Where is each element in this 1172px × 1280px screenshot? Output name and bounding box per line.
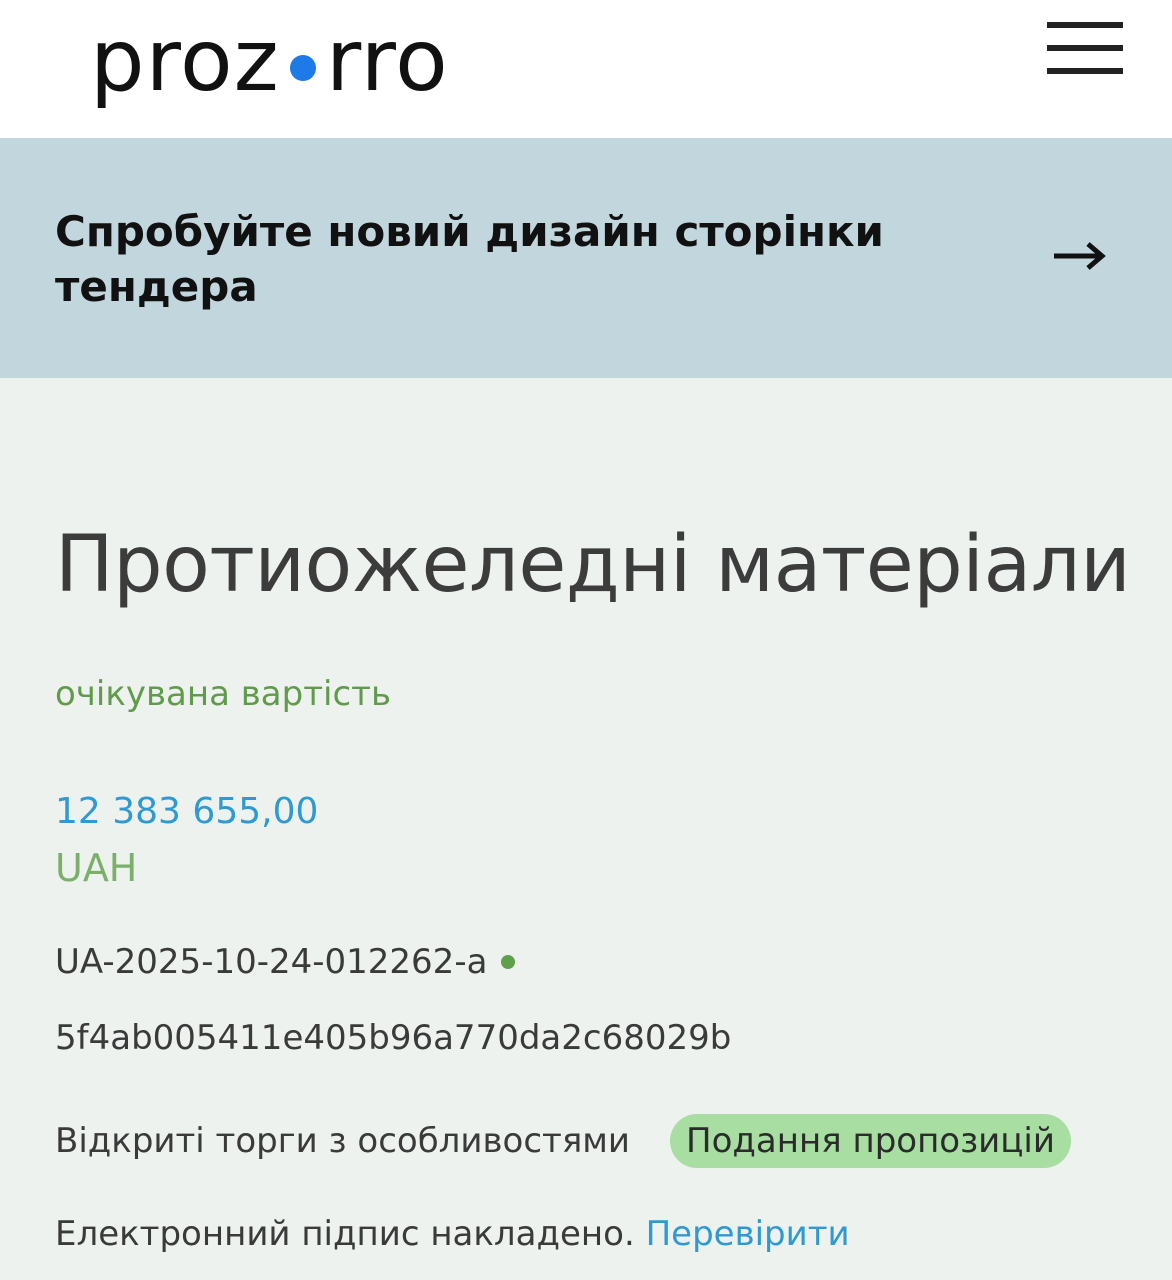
menu-bar bbox=[1047, 68, 1123, 74]
menu-bar bbox=[1047, 45, 1123, 51]
logo-dot-icon bbox=[289, 55, 316, 81]
procedure-row: Відкриті торги з особливостями Подання п… bbox=[55, 1114, 1071, 1168]
expected-value-label: очікувана вартість bbox=[55, 674, 391, 714]
signature-text: Електронний підпис накладено. bbox=[55, 1214, 635, 1254]
menu-bar bbox=[1047, 22, 1123, 28]
logo-text-left: proz bbox=[90, 11, 280, 111]
tender-id-row: UA-2025-10-24-012262-a bbox=[55, 940, 516, 984]
tender-id: UA-2025-10-24-012262-a bbox=[55, 942, 488, 982]
tender-title: Протиожеледні матеріали bbox=[55, 520, 1131, 610]
expected-amount: 12 383 655,00 bbox=[55, 791, 319, 832]
procedure-type: Відкриті торги з особливостями bbox=[55, 1121, 631, 1161]
site-header: proz rro bbox=[0, 0, 1172, 138]
prozorro-logo[interactable]: proz rro bbox=[90, 18, 449, 128]
hamburger-menu-icon[interactable] bbox=[1040, 18, 1130, 82]
logo-text-right: rro bbox=[325, 11, 449, 111]
status-dot-icon bbox=[501, 955, 516, 969]
banner-text: Спробуйте новий дизайн сторінки тендера bbox=[55, 207, 884, 311]
verify-signature-link[interactable]: Перевірити bbox=[646, 1214, 850, 1254]
signature-row: Електронний підпис накладено. Перевірити bbox=[55, 1212, 850, 1256]
tender-hash: 5f4ab005411e405b96a770da2c68029b bbox=[55, 1018, 732, 1058]
arrow-right-icon bbox=[1054, 242, 1106, 270]
status-badge: Подання пропозицій bbox=[670, 1114, 1071, 1168]
currency: UAH bbox=[55, 846, 138, 890]
new-design-banner[interactable]: Спробуйте новий дизайн сторінки тендера bbox=[0, 138, 1172, 378]
